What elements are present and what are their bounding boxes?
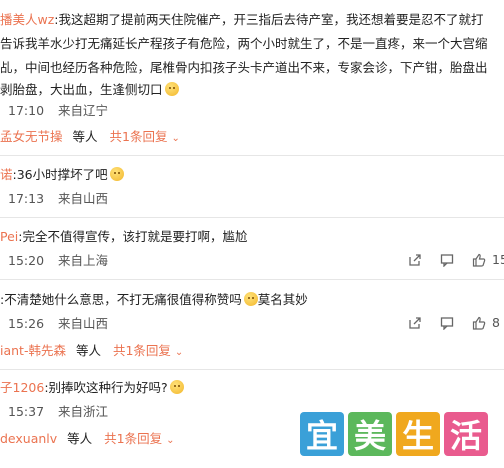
comment-location: 来自上海 [58,253,109,268]
comment-meta: 15:26 来自山西 [8,316,108,332]
reply-suffix: 等人 [75,343,101,358]
comment-location: 来自山西 [58,191,109,206]
comment-meta: 15:37 来自浙江 [8,404,108,420]
reply-users[interactable]: dexuanlv [0,431,57,446]
watermark-char: 宜 [300,412,344,456]
comment-text-after: 莫名其妙 [257,292,308,307]
comment-time: 17:10 [8,103,45,118]
comment-1-line-4: 剥胎盘，大出血，生逢侧切口 [0,82,179,98]
comment-text: :完全不值得宣传，该打就是要打啊，尴尬 [18,229,248,244]
reply-suffix: 等人 [72,129,98,144]
comment-time: 17:13 [8,191,45,206]
reply-count-link[interactable]: 共1条回复 [104,431,162,446]
reply-users[interactable]: iant-韩先森 [0,343,66,358]
comment-1-line-3: 乩，中间也经历各种危险，尾椎骨内扣孩子头卡产道出不来，专家会诊，下产钳，胎盘出 [0,60,488,75]
comment-username[interactable]: Pei [0,229,18,244]
like-count: 8 [492,315,500,330]
emoji-icon [243,292,258,306]
share-icon[interactable] [408,253,422,267]
comment-username[interactable]: 诺 [0,167,13,182]
like-count: 15 [492,252,504,267]
comment-icon[interactable] [440,253,454,268]
comment-actions: 15 [408,252,504,268]
reply-summary-3: dexuanlv 等人 共1条回复 ⌄ [0,431,175,449]
share-icon[interactable] [408,316,422,330]
reply-users[interactable]: 孟女无节操 [0,129,63,144]
comment-meta: 17:13 来自山西 [8,191,108,207]
comment-text: :36小时撑坏了吧 [12,167,108,182]
comment-time: 15:26 [8,316,45,331]
divider [0,217,504,218]
divider [0,279,504,280]
comment-meta: 15:20 来自上海 [8,253,108,269]
comment-3: 诺:36小时撑坏了吧 [0,167,124,183]
comment-text: :不清楚她什么意思，不打无痛很值得称赞吗 [0,292,242,307]
watermark-logo: 宜 美 生 活 [300,412,488,456]
emoji-icon [109,167,124,181]
comment-7: 子1206:别捧吹这种行为好吗? [0,380,184,396]
emoji-icon [164,82,179,96]
like-icon[interactable] [472,253,486,267]
chevron-down-icon[interactable]: ⌄ [171,133,179,144]
comment-icon[interactable] [440,316,454,331]
comment-text: :我这超期了提前两天住院催产，开三指后去待产室，我还想着要是忍不了就打 [54,12,484,27]
comment-1-line-1: 播美人wz:我这超期了提前两天住院催产，开三指后去待产室，我还想着要是忍不了就打 [0,12,484,28]
comment-location: 来自浙江 [58,404,109,419]
comment-location: 来自辽宁 [58,103,109,118]
reply-count-link[interactable]: 共1条回复 [110,129,168,144]
comment-username[interactable]: 播美人wz [0,12,54,27]
comment-4: Pei:完全不值得宣传，该打就是要打啊，尴尬 [0,229,247,245]
watermark-char: 生 [396,412,440,456]
comment-5: :不清楚她什么意思，不打无痛很值得称赞吗 莫名其妙 [0,292,308,308]
comment-text: :别捧吹这种行为好吗? [44,380,168,395]
comment-username[interactable]: 子1206 [0,380,44,395]
chevron-down-icon[interactable]: ⌄ [166,435,174,446]
comment-text: 剥胎盘，大出血，生逢侧切口 [0,82,163,97]
comment-meta: 17:10 来自辽宁 [8,103,108,119]
reply-summary-1: 孟女无节操 等人 共1条回复 ⌄ [0,129,180,147]
chevron-down-icon[interactable]: ⌄ [175,347,183,358]
reply-suffix: 等人 [67,431,93,446]
reply-summary-2: iant-韩先森 等人 共1条回复 ⌄ [0,343,183,361]
emoji-icon [169,380,184,394]
watermark-char: 活 [444,412,488,456]
comment-time: 15:37 [8,404,45,419]
comment-1-line-2: 告诉我羊水少打无痛延长产程孩子有危险，两个小时就生了，不是一直疼，来一个大宫缩 [0,36,488,51]
divider [0,155,504,156]
watermark-char: 美 [348,412,392,456]
like-icon[interactable] [472,316,486,330]
comment-actions: 8 [408,315,504,331]
comment-location: 来自山西 [58,316,109,331]
reply-count-link[interactable]: 共1条回复 [113,343,171,358]
comment-time: 15:20 [8,253,45,268]
divider [0,369,504,370]
